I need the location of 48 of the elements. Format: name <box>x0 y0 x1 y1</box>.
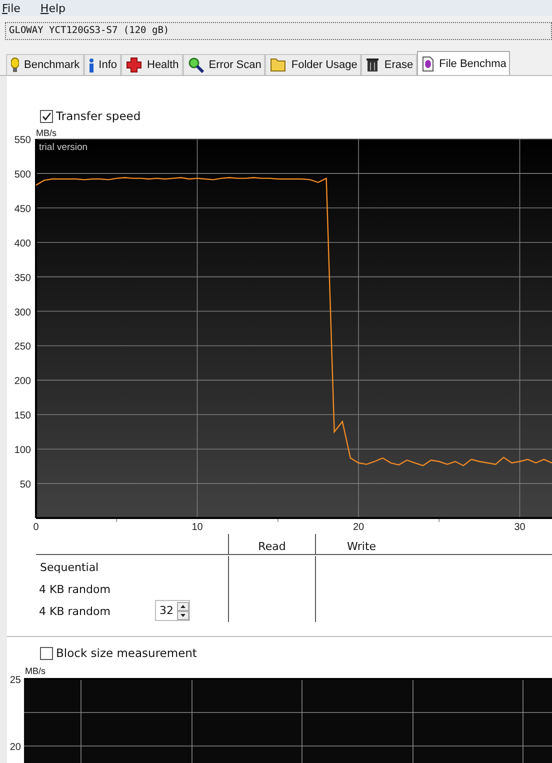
y-tick-label: 250 <box>14 342 31 353</box>
y-tick-label: 450 <box>14 204 31 215</box>
queue-depth-spinner[interactable]: 32 <box>155 600 190 621</box>
checkbox[interactable] <box>40 646 53 660</box>
y-tick-label: 400 <box>14 238 31 250</box>
file-icon <box>422 56 434 72</box>
axis-unit-label: MB/s <box>25 666 46 676</box>
y-tick-label: 150 <box>14 410 31 422</box>
tab[interactable]: Benchmark <box>6 54 84 75</box>
y-tick-label: 100 <box>14 445 31 456</box>
x-tick-label: 10 <box>192 522 203 533</box>
y-tick-label: 50 <box>20 480 31 491</box>
tab[interactable]: Health <box>121 54 183 75</box>
tab[interactable]: Info <box>84 54 121 75</box>
y-tick-label: 500 <box>14 169 31 180</box>
y-tick-label: 20 <box>10 742 21 753</box>
tab[interactable]: Error Scan <box>182 54 266 75</box>
folder-icon <box>270 58 286 72</box>
tab[interactable]: Erase <box>361 54 418 75</box>
trial-version-label: trial version <box>39 142 88 153</box>
x-tick-label: 30 <box>514 522 526 533</box>
trash-icon <box>366 58 380 72</box>
column-header: Write <box>347 540 376 553</box>
tab[interactable]: Folder Usage <box>265 54 362 75</box>
info-icon <box>88 58 94 72</box>
tab[interactable]: File Benchma <box>417 51 510 75</box>
checkbox[interactable] <box>40 110 53 122</box>
menu-item[interactable]: Help <box>40 2 66 14</box>
checkbox-label: Block size measurement <box>56 646 197 660</box>
up-down-arrows-icon <box>177 602 189 620</box>
axis-unit-label: MB/s <box>36 128 57 138</box>
row-label: Sequential <box>40 560 99 574</box>
row-label: 4 KB random <box>39 604 110 618</box>
cross-icon <box>126 57 142 73</box>
magnifier-icon <box>188 57 204 73</box>
menu-item[interactable]: File <box>2 2 20 14</box>
drive-dropdown[interactable]: GLOWAY YCT120GS3-S7 (120 gB) <box>5 22 552 40</box>
y-tick-label: 25 <box>10 675 21 686</box>
x-tick-label: 20 <box>352 522 364 533</box>
y-tick-label: 300 <box>14 307 31 318</box>
row-label: 4 KB random <box>39 582 110 596</box>
x-tick-label: 0 <box>33 522 39 533</box>
y-tick-label: 550 <box>14 135 31 146</box>
bulb-icon <box>11 57 19 73</box>
y-tick-label: 200 <box>14 376 31 388</box>
y-tick-label: 350 <box>14 272 31 284</box>
checkbox-label: Transfer speed <box>56 109 141 123</box>
column-header: Read <box>258 540 286 553</box>
